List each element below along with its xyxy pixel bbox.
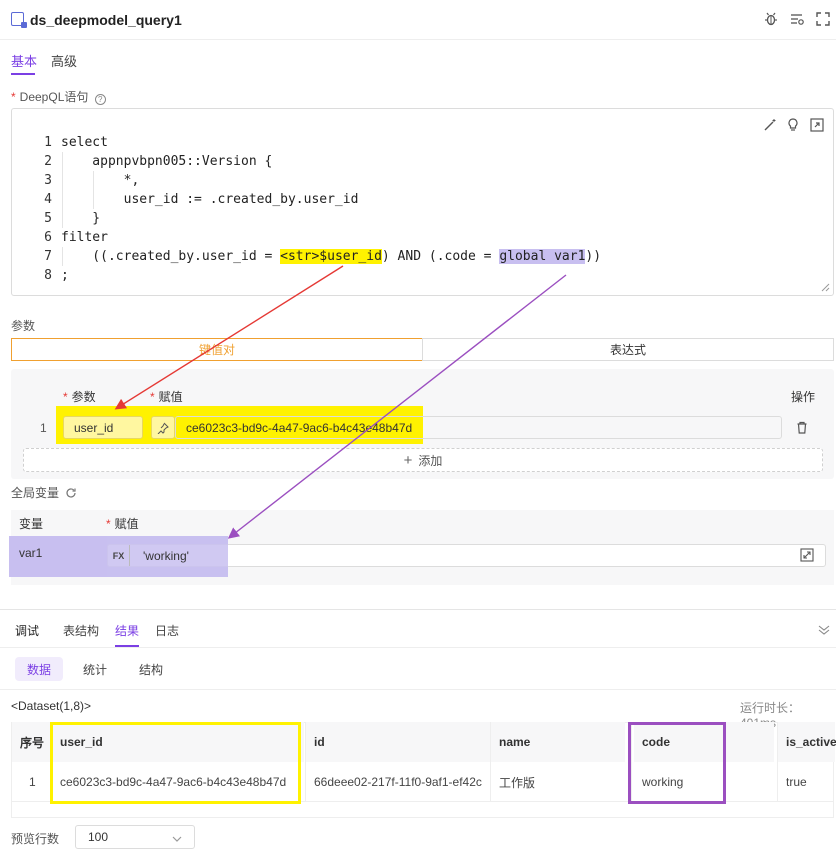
red-arrow xyxy=(114,265,344,410)
purple-arrow xyxy=(227,274,567,539)
annotation-arrows xyxy=(114,265,567,539)
